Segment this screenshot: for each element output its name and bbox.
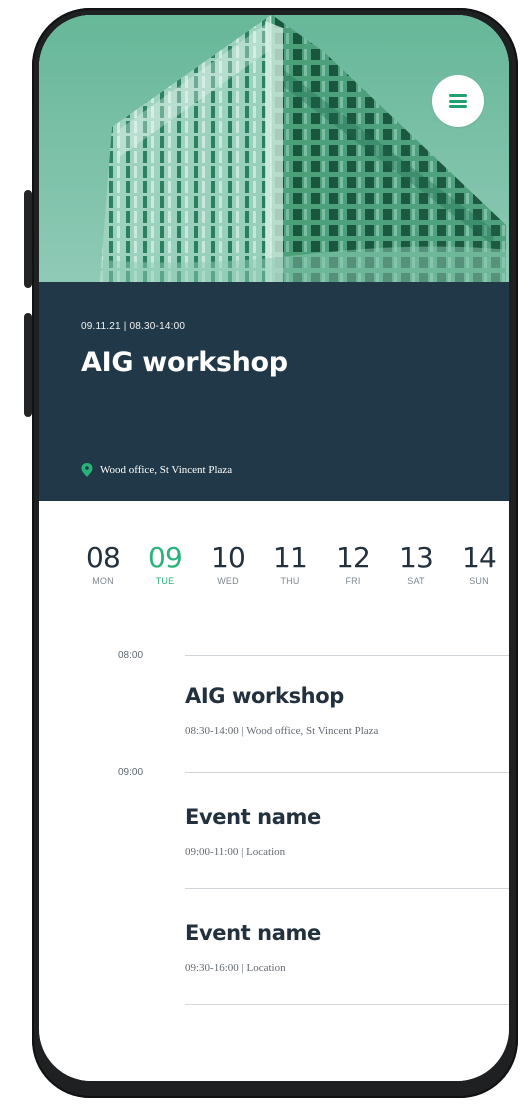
timeline-hour-line — [185, 772, 509, 773]
timeline-hour-label: 09:00 — [118, 767, 144, 778]
day-number: 12 — [335, 541, 371, 574]
bottom-fade — [39, 996, 509, 1081]
map-pin-icon — [81, 463, 93, 477]
phone-side-button — [24, 313, 32, 417]
day-number: 09 — [147, 541, 183, 574]
day-name: SAT — [407, 576, 425, 586]
day-wednesday[interactable]: 10 WED — [204, 544, 252, 586]
day-name: THU — [280, 576, 300, 586]
event-list-item[interactable]: Event name 09:30-16:00 | Location — [185, 921, 509, 975]
day-number: 10 — [210, 541, 246, 574]
event-name: Event name — [185, 921, 321, 945]
day-name: SUN — [469, 576, 489, 586]
day-number: 08 — [85, 541, 121, 574]
timeline-hour-label: 08:00 — [118, 650, 144, 661]
event-name: AIG workshop — [185, 684, 344, 708]
day-thursday[interactable]: 11 THU — [266, 544, 314, 586]
day-number: 11 — [272, 541, 308, 574]
day-tuesday-selected[interactable]: 09 TUE — [141, 544, 189, 586]
event-location-label: Wood office, St Vincent Plaza — [100, 464, 233, 476]
building-illustration — [39, 15, 509, 282]
event-list-item[interactable]: Event name 09:00-11:00 | Location — [185, 805, 509, 859]
day-friday[interactable]: 12 FRI — [329, 544, 377, 586]
event-summary-panel: 09.11.21 | 08.30-14:00 AIG workshop Wood… — [39, 282, 509, 501]
event-location: Wood office, St Vincent Plaza — [81, 463, 232, 477]
day-name: MON — [92, 576, 114, 586]
event-title: AIG workshop — [81, 347, 288, 378]
phone-side-button — [24, 190, 32, 288]
event-hero-image — [39, 15, 509, 282]
event-time-location: 09:00-11:00 | Location — [185, 846, 286, 859]
day-sunday[interactable]: 14 SUN — [455, 544, 503, 586]
phone-screen: 09.11.21 | 08.30-14:00 AIG workshop Wood… — [39, 15, 509, 1081]
week-day-selector: 08 MON 09 TUE 10 WED 11 THU 12 FRI 13 SA… — [79, 544, 504, 599]
day-name: WED — [217, 576, 239, 586]
day-number: 13 — [398, 541, 434, 574]
hamburger-menu-icon — [449, 94, 467, 108]
day-monday[interactable]: 08 MON — [79, 544, 127, 586]
phone-mockup-scene: 09.11.21 | 08.30-14:00 AIG workshop Wood… — [0, 0, 531, 1105]
day-saturday[interactable]: 13 SAT — [392, 544, 440, 586]
menu-button[interactable] — [432, 75, 484, 127]
event-separator — [185, 888, 509, 889]
event-date-time: 09.11.21 | 08.30-14:00 — [81, 321, 186, 332]
event-time-location: 09:30-16:00 | Location — [185, 962, 286, 975]
day-name: FRI — [345, 576, 361, 586]
event-list-item[interactable]: AIG workshop 08:30-14:00 | Wood office, … — [185, 684, 509, 738]
day-name: TUE — [155, 576, 175, 586]
event-time-location: 08:30-14:00 | Wood office, St Vincent Pl… — [185, 725, 379, 738]
event-name: Event name — [185, 805, 321, 829]
timeline-hour-line — [185, 655, 509, 656]
day-number: 14 — [461, 541, 497, 574]
